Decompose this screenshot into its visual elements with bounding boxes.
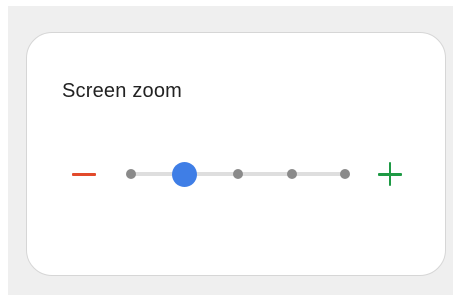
- screen-zoom-card: Screen zoom: [26, 32, 446, 276]
- slider-step-5[interactable]: [340, 169, 350, 179]
- zoom-out-button[interactable]: [67, 157, 101, 191]
- minus-icon: [72, 173, 96, 176]
- slider-step-1[interactable]: [126, 169, 136, 179]
- slider-thumb[interactable]: [172, 161, 197, 187]
- slider-step-3[interactable]: [233, 169, 243, 179]
- slider-step-4[interactable]: [286, 169, 297, 179]
- zoom-level-slider[interactable]: [123, 159, 353, 189]
- zoom-in-button[interactable]: [373, 157, 407, 191]
- card-title: Screen zoom: [62, 80, 183, 102]
